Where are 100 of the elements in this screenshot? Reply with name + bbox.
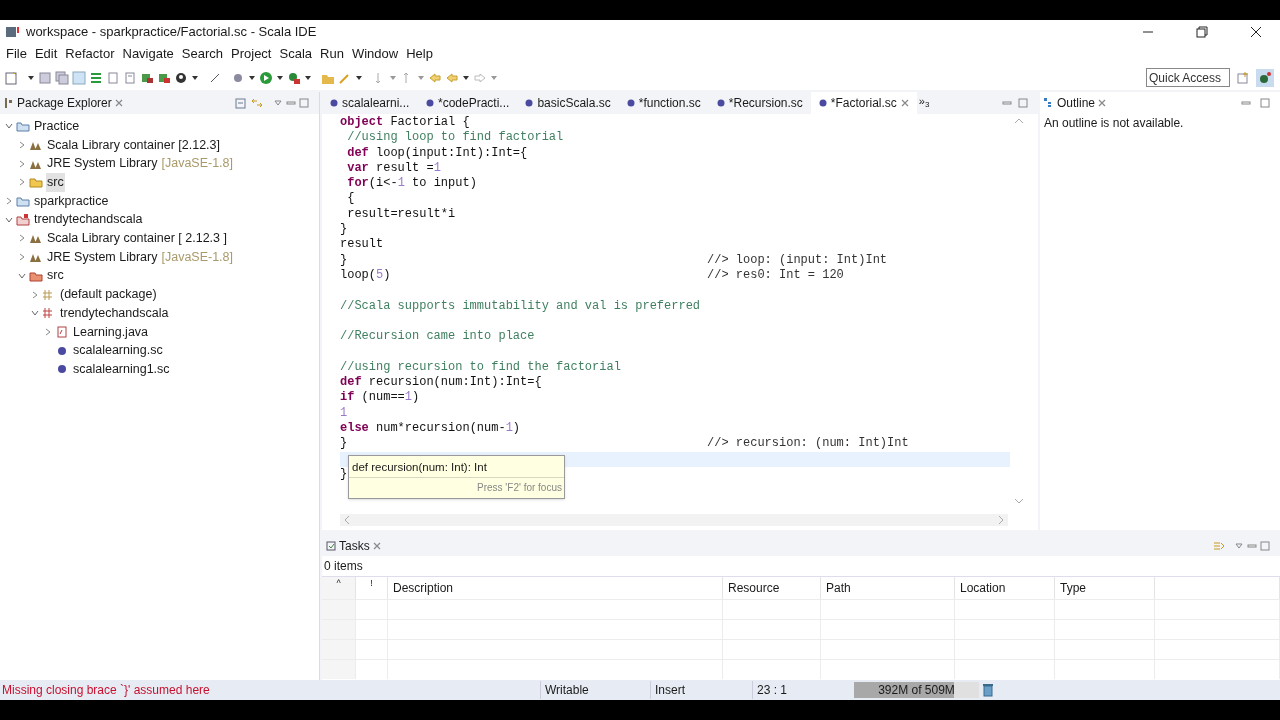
tree-item[interactable]: Practice: [33, 116, 81, 136]
menu-item[interactable]: File: [2, 44, 31, 64]
code-line: //Recursion came into place: [340, 329, 535, 345]
more-tabs-button[interactable]: »$_{3}$: [918, 93, 930, 110]
code-line: 1: [340, 405, 348, 421]
code-line: //Scala supports immutability and val is preferred: [340, 298, 701, 314]
worksheet-result: //> res0: Int = 120: [707, 267, 844, 284]
menu-item[interactable]: Navigate: [118, 44, 178, 64]
code-line: if (num==1): [340, 390, 420, 406]
tool-icon[interactable]: [287, 70, 301, 85]
menu-item[interactable]: Search: [177, 44, 227, 64]
minimize-icon[interactable]: [1247, 541, 1257, 551]
tree-item[interactable]: (default package): [59, 285, 158, 304]
maximize-icon[interactable]: [299, 98, 309, 108]
maximize-icon[interactable]: [1260, 541, 1270, 551]
tree-item[interactable]: sparkpractice: [33, 191, 110, 211]
restore-icon[interactable]: [1196, 25, 1208, 38]
new-task-icon[interactable]: [1213, 541, 1225, 551]
code-line: for(i<-1 to input): [346, 176, 477, 192]
link-icon[interactable]: [250, 97, 264, 109]
menu-item[interactable]: Project: [227, 44, 276, 64]
tree-item[interactable]: Scala Library container [ 2.12.3 ]: [46, 229, 228, 248]
open-perspective-icon[interactable]: [1236, 70, 1250, 85]
column-header[interactable]: Type: [1055, 577, 1155, 599]
column-header[interactable]: ^: [322, 577, 356, 599]
tree-item[interactable]: src: [46, 173, 65, 192]
minimize-icon[interactable]: [286, 98, 296, 108]
code-line: }: [340, 466, 348, 483]
menu-item[interactable]: Help: [402, 44, 437, 64]
menu-item[interactable]: Refactor: [61, 44, 119, 64]
collapse-all-icon[interactable]: [235, 97, 247, 109]
toggle-icon[interactable]: [72, 70, 86, 85]
code-line: else num*recursion(num-1): [340, 420, 521, 437]
code-line: }: [340, 436, 348, 452]
status-text: Insert: [650, 681, 752, 699]
project-folder-icon: [16, 194, 30, 209]
menu-item[interactable]: Edit: [30, 44, 62, 64]
column-header[interactable]: Path: [821, 577, 955, 599]
library-version: [JavaSE-1.8]: [161, 248, 234, 266]
menu-item[interactable]: Scala: [275, 44, 316, 64]
tree-item[interactable]: scalalearning.sc: [72, 341, 164, 360]
run-icon[interactable]: [259, 70, 273, 85]
close-icon[interactable]: [1250, 25, 1262, 38]
file-dot-icon: [525, 99, 534, 107]
horizontal-scrollbar[interactable]: [340, 514, 1008, 526]
window-title: workspace - sparkpractice/Factorial.sc - Scala IDE: [26, 22, 317, 41]
tooltip-hint: Press 'F2' for focus: [476, 481, 563, 495]
maximize-icon[interactable]: [1260, 98, 1270, 108]
editor-tab[interactable]: *Factorial.sc: [810, 92, 917, 114]
minimize-icon[interactable]: [1241, 98, 1251, 108]
file-dot-icon: [426, 99, 434, 107]
trash-icon[interactable]: [981, 683, 995, 697]
view-menu-icon[interactable]: [1234, 541, 1244, 551]
tree-item[interactable]: scalalearning1.sc: [72, 359, 171, 379]
perspective-icon[interactable]: [1256, 68, 1274, 87]
code-line: var result =1: [346, 160, 441, 177]
menu-item[interactable]: Window: [347, 44, 403, 64]
status-message: Missing closing brace `}' assumed here: [1, 682, 211, 699]
code-line: def recursion(num:Int):Int={: [340, 375, 542, 391]
scroll-up-icon[interactable]: [1014, 118, 1024, 124]
tree-item[interactable]: src: [46, 266, 65, 286]
new-icon[interactable]: [4, 70, 18, 85]
code-line: object Factorial {: [340, 115, 470, 131]
tree-item[interactable]: trendytechandscala: [33, 210, 144, 230]
file-dot-icon: [626, 99, 635, 107]
heap-text: 392M of 509M: [877, 682, 956, 698]
panel-tab[interactable]: Outline: [1057, 94, 1096, 112]
minimize-icon[interactable]: [1002, 98, 1012, 108]
tooltip-signature: def recursion(num: Int): Int: [349, 456, 564, 478]
library-version: [JavaSE-1.8]: [161, 155, 234, 173]
panel-tab[interactable]: Tasks: [339, 537, 370, 555]
scroll-right-icon[interactable]: [998, 515, 1004, 525]
column-header[interactable]: Location: [955, 577, 1055, 599]
column-header[interactable]: Resource: [723, 577, 821, 599]
outline-icon: [1044, 98, 1054, 108]
worksheet-result: //> loop: (input: Int)Int: [707, 252, 888, 268]
column-header[interactable]: Description: [388, 577, 723, 599]
code-line: {: [346, 191, 355, 207]
tree-item[interactable]: JRE System Library: [46, 154, 159, 174]
tree-item[interactable]: trendytechandscala: [59, 303, 170, 323]
save-all-icon[interactable]: [55, 70, 69, 85]
scroll-left-icon[interactable]: [344, 515, 350, 525]
folder-icon: [29, 175, 43, 190]
code-line: def loop(input:Int):Int={: [346, 145, 528, 161]
menu-item[interactable]: Run: [316, 44, 348, 64]
outline-message: An outline is not available.: [1043, 115, 1185, 132]
back-icon[interactable]: [428, 70, 442, 85]
maximize-icon[interactable]: [1018, 98, 1028, 108]
tree-item[interactable]: Learning.java: [72, 322, 150, 342]
code-line: }: [340, 252, 348, 268]
page-icon[interactable]: [106, 70, 120, 85]
list-icon[interactable]: [89, 70, 103, 85]
column-header[interactable]: !: [356, 577, 388, 599]
app-icon: [6, 25, 20, 38]
view-menu-icon[interactable]: [273, 98, 283, 108]
tree-item[interactable]: Scala Library container [2.12.3]: [46, 135, 222, 155]
quick-access-field[interactable]: Quick Access: [1146, 68, 1230, 87]
item-count: 0 items: [323, 558, 364, 575]
tree-item[interactable]: JRE System Library: [46, 247, 159, 267]
scroll-down-icon[interactable]: [1014, 498, 1024, 504]
